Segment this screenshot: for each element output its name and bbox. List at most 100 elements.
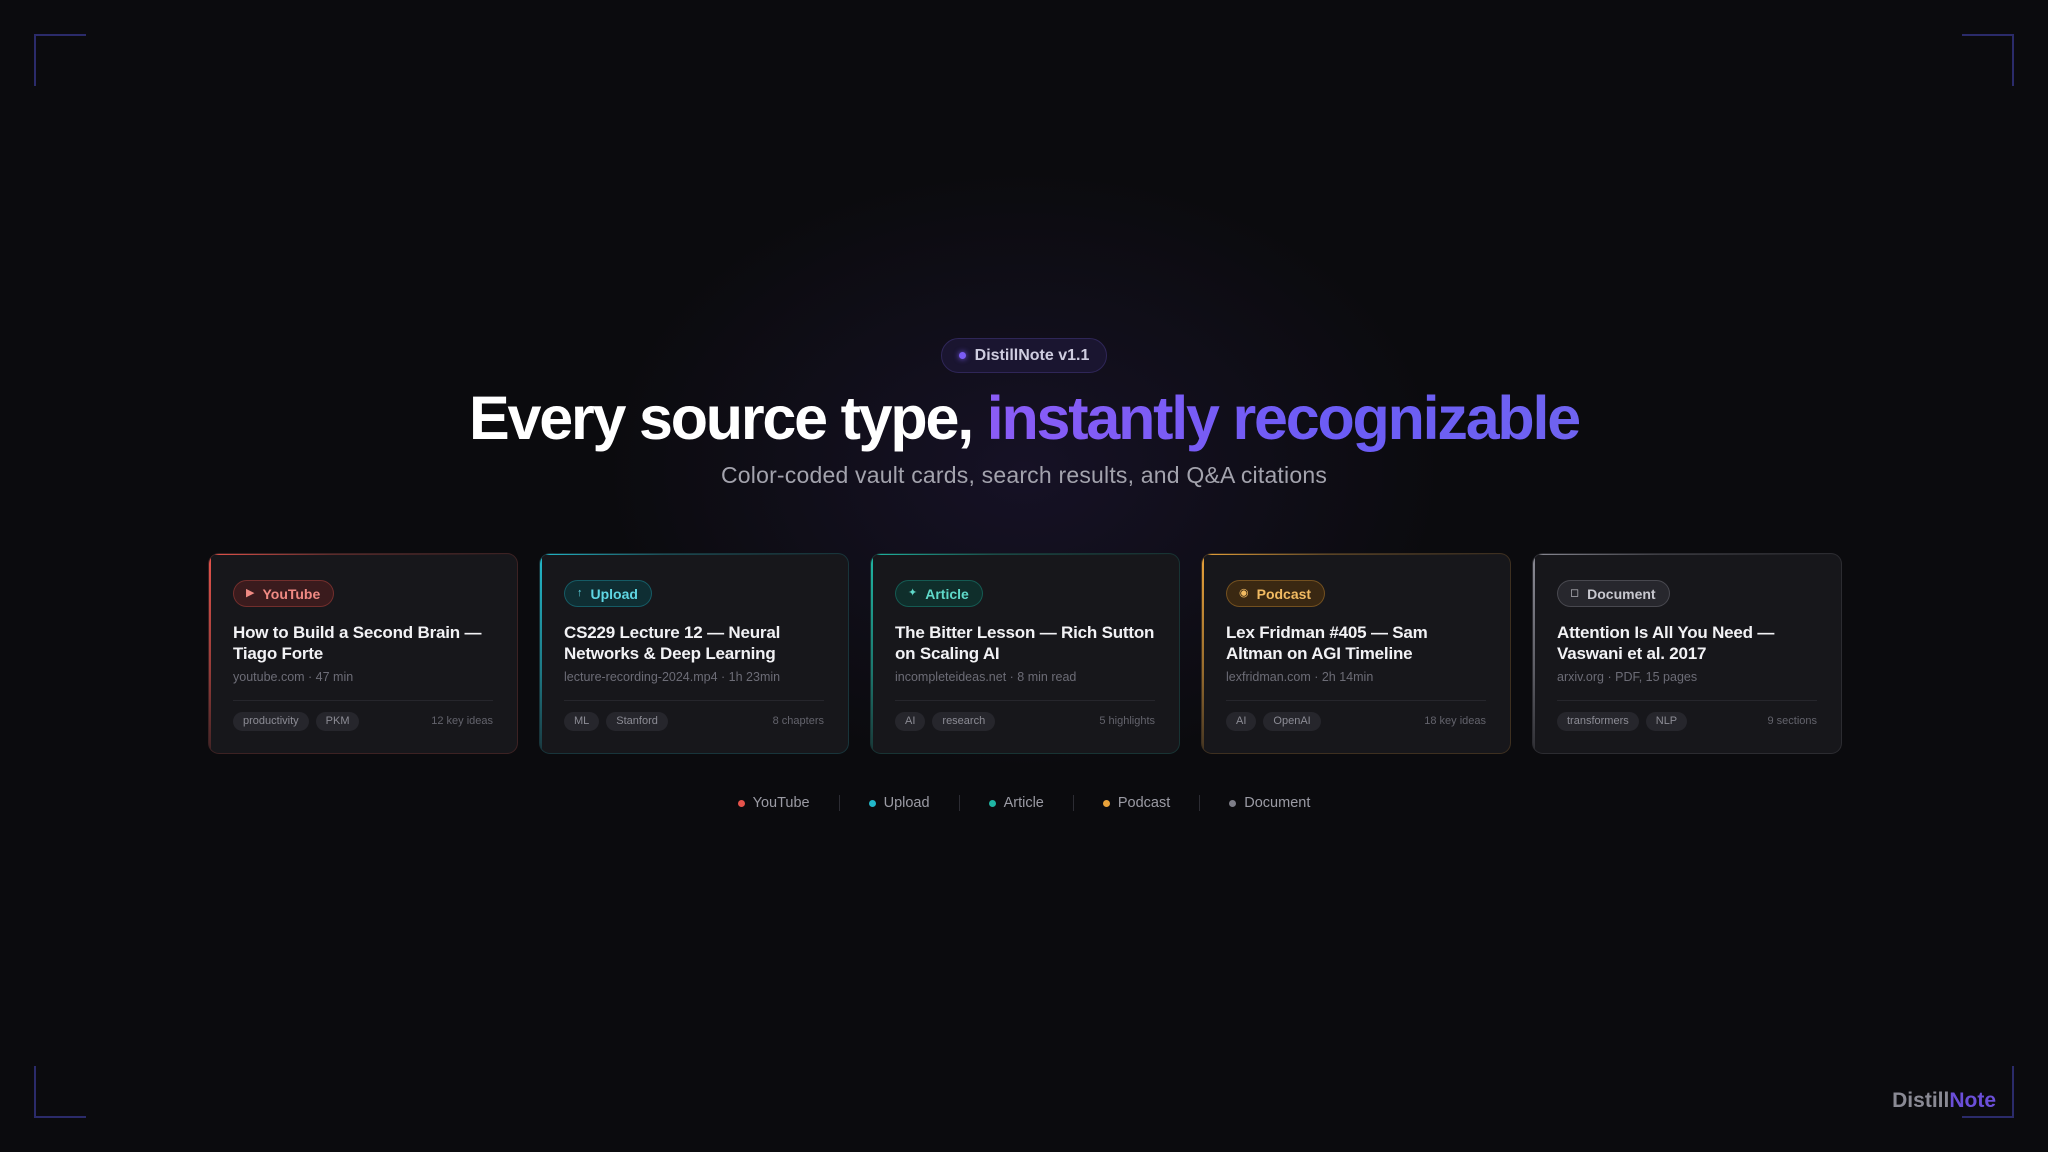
corner-bracket-top-left bbox=[34, 34, 86, 86]
card-divider bbox=[233, 700, 493, 701]
card-accent-top bbox=[209, 554, 517, 555]
legend-item-podcast: Podcast bbox=[1102, 795, 1171, 811]
status-dot-icon bbox=[958, 352, 966, 359]
legend-item-youtube: YouTube bbox=[737, 795, 810, 811]
source-type-legend: YouTube Upload Article Podcast Document bbox=[0, 795, 2048, 811]
page-title: Every source type, instantly recognizabl… bbox=[0, 382, 2048, 454]
card-accent-edge bbox=[209, 554, 211, 753]
tag-chip[interactable]: research bbox=[932, 712, 996, 731]
corner-bracket-bottom-left bbox=[34, 1066, 86, 1118]
source-card-row: ▶ YouTube How to Build a Second Brain — … bbox=[208, 553, 1842, 754]
arrow-up-icon: ↑ bbox=[577, 587, 583, 599]
source-type-label: Article bbox=[925, 585, 969, 602]
card-title: How to Build a Second Brain — Tiago Fort… bbox=[233, 623, 482, 663]
card-accent-top bbox=[871, 554, 1179, 555]
card-accent-edge bbox=[540, 554, 542, 753]
vault-card-article[interactable]: ✦ Article The Bitter Lesson — Rich Sutto… bbox=[870, 553, 1180, 754]
tag-chip[interactable]: ML bbox=[564, 712, 600, 731]
source-type-label: YouTube bbox=[262, 585, 321, 602]
vault-card-upload[interactable]: ↑ Upload CS229 Lecture 12 — Neural Netwo… bbox=[539, 553, 849, 754]
source-type-label: Podcast bbox=[1256, 585, 1312, 602]
vault-card-youtube[interactable]: ▶ YouTube How to Build a Second Brain — … bbox=[208, 553, 518, 754]
tag-chip[interactable]: AI bbox=[1226, 712, 1257, 731]
card-title: CS229 Lecture 12 — Neural Networks & Dee… bbox=[564, 623, 781, 663]
source-type-badge: ◉ Podcast bbox=[1226, 580, 1326, 607]
vault-card-podcast[interactable]: ◉ Podcast Lex Fridman #405 — Sam Altman … bbox=[1201, 553, 1511, 754]
card-divider bbox=[1226, 700, 1486, 701]
legend-label: Document bbox=[1244, 795, 1311, 811]
legend-item-upload: Upload bbox=[868, 795, 930, 811]
card-count: 18 key ideas bbox=[1424, 715, 1486, 727]
legend-dot-icon bbox=[868, 799, 876, 807]
card-meta: lecture-recording-2024.mp4 · 1h 23min bbox=[564, 670, 781, 684]
card-title: Lex Fridman #405 — Sam Altman on AGI Tim… bbox=[1226, 623, 1428, 663]
legend-dot-icon bbox=[737, 799, 745, 807]
brand-logo-plain: Distill bbox=[1892, 1089, 1950, 1112]
card-tags: AI research bbox=[895, 712, 996, 731]
vault-card-document[interactable]: ◻ Document Attention Is All You Need — V… bbox=[1532, 553, 1842, 754]
legend-label: Upload bbox=[883, 795, 930, 811]
card-divider bbox=[895, 700, 1155, 701]
source-type-badge: ◻ Document bbox=[1557, 580, 1670, 607]
version-badge: DistillNote v1.1 bbox=[941, 338, 1107, 373]
card-accent-top bbox=[1533, 554, 1841, 555]
document-icon: ◻ bbox=[1570, 587, 1580, 599]
legend-label: Article bbox=[1003, 795, 1044, 811]
brand-logo: DistillNote bbox=[1892, 1089, 1996, 1113]
card-divider bbox=[564, 700, 824, 701]
legend-label: Podcast bbox=[1117, 795, 1171, 811]
page-title-plain: Every source type, bbox=[469, 384, 974, 452]
play-icon: ▶ bbox=[246, 587, 255, 599]
tag-chip[interactable]: AI bbox=[895, 712, 926, 731]
sparkle-icon: ✦ bbox=[908, 587, 918, 599]
hero-slide: DistillNote v1.1 Every source type, inst… bbox=[0, 0, 2048, 1152]
page-title-accent: instantly recognizable bbox=[986, 384, 1581, 452]
legend-dot-icon bbox=[1229, 799, 1237, 807]
card-accent-edge bbox=[1202, 554, 1204, 753]
legend-dot-icon bbox=[988, 799, 996, 807]
source-type-label: Document bbox=[1587, 585, 1656, 602]
brand-logo-accent: Note bbox=[1949, 1089, 1996, 1112]
legend-item-article: Article bbox=[988, 795, 1044, 811]
card-count: 5 highlights bbox=[1099, 715, 1155, 727]
tag-chip[interactable]: OpenAI bbox=[1263, 712, 1321, 731]
corner-bracket-top-right bbox=[1962, 34, 2014, 86]
card-accent-edge bbox=[871, 554, 873, 753]
card-divider bbox=[1557, 700, 1817, 701]
legend-divider bbox=[838, 795, 840, 811]
source-type-badge: ↑ Upload bbox=[564, 580, 652, 607]
card-meta: incompleteideas.net · 8 min read bbox=[895, 670, 1077, 684]
card-title: The Bitter Lesson — Rich Sutton on Scali… bbox=[895, 623, 1155, 663]
card-accent-top bbox=[540, 554, 848, 555]
legend-divider bbox=[1072, 795, 1074, 811]
legend-item-document: Document bbox=[1229, 795, 1310, 811]
version-label: DistillNote v1.1 bbox=[974, 346, 1090, 364]
source-type-badge: ✦ Article bbox=[895, 580, 983, 607]
source-type-badge: ▶ YouTube bbox=[233, 580, 335, 607]
tag-chip[interactable]: Stanford bbox=[606, 712, 668, 731]
tag-chip[interactable]: NLP bbox=[1645, 712, 1688, 731]
card-accent-edge bbox=[1533, 554, 1535, 753]
legend-divider bbox=[958, 795, 960, 811]
card-tags: AI OpenAI bbox=[1226, 712, 1321, 731]
legend-dot-icon bbox=[1102, 799, 1110, 807]
card-accent-top bbox=[1202, 554, 1510, 555]
card-count: 8 chapters bbox=[772, 715, 824, 727]
legend-label: YouTube bbox=[752, 795, 810, 811]
card-count: 12 key ideas bbox=[431, 715, 493, 727]
card-tags: transformers NLP bbox=[1557, 712, 1688, 731]
card-count: 9 sections bbox=[1767, 715, 1817, 727]
tag-chip[interactable]: productivity bbox=[233, 712, 309, 731]
broadcast-icon: ◉ bbox=[1239, 587, 1249, 599]
card-tags: productivity PKM bbox=[233, 712, 360, 731]
card-tags: ML Stanford bbox=[564, 712, 668, 731]
legend-divider bbox=[1199, 795, 1201, 811]
card-meta: arxiv.org · PDF, 15 pages bbox=[1557, 670, 1698, 684]
tag-chip[interactable]: transformers bbox=[1557, 712, 1639, 731]
page-subtitle: Color-coded vault cards, search results,… bbox=[720, 462, 1328, 488]
card-meta: youtube.com · 47 min bbox=[233, 670, 354, 684]
card-meta: lexfridman.com · 2h 14min bbox=[1226, 670, 1374, 684]
tag-chip[interactable]: PKM bbox=[315, 712, 360, 731]
source-type-label: Upload bbox=[590, 585, 638, 602]
card-title: Attention Is All You Need — Vaswani et a… bbox=[1557, 623, 1775, 663]
